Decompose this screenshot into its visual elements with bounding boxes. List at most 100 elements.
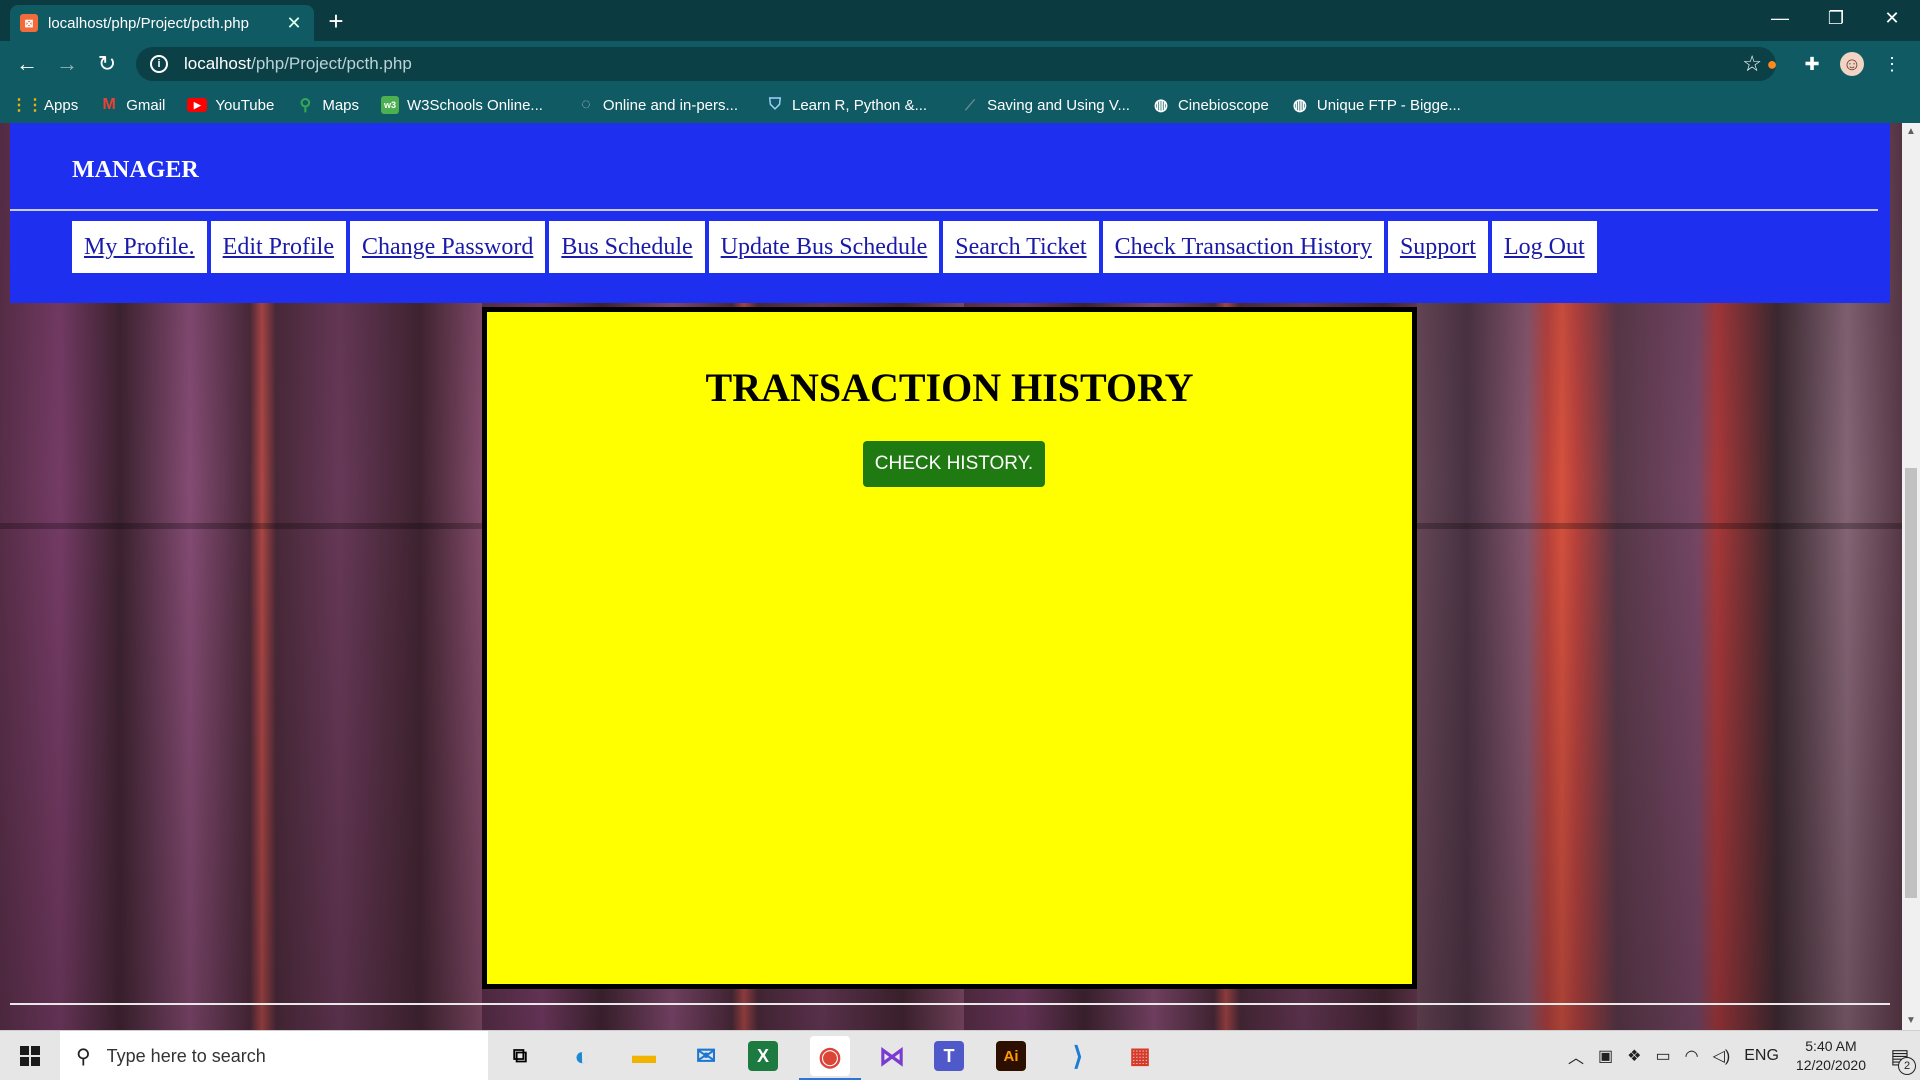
- nav-bus-schedule[interactable]: Bus Schedule: [549, 221, 705, 273]
- nav-search-ticket[interactable]: Search Ticket: [943, 221, 1099, 273]
- header-divider: [10, 209, 1878, 211]
- nav-my-profile[interactable]: My Profile.: [72, 221, 207, 273]
- extension-fox-icon[interactable]: ●: [1760, 52, 1784, 76]
- bookmark-label: YouTube: [215, 96, 275, 114]
- footer-divider: [10, 1003, 1890, 1005]
- bookmark-cinebioscope[interactable]: ◍ Cinebioscope: [1152, 96, 1269, 115]
- bookmark-gmail[interactable]: M Gmail: [100, 96, 166, 114]
- chrome-icon[interactable]: ◉: [799, 1036, 861, 1080]
- bookmark-uniqueftp[interactable]: ◍ Unique FTP - Bigge...: [1291, 96, 1461, 115]
- clock-date: 12/20/2020: [1795, 1057, 1866, 1073]
- tab-close-icon[interactable]: ✕: [284, 13, 304, 34]
- nav-change-password[interactable]: Change Password: [350, 221, 546, 273]
- link-icon: ⟋: [965, 96, 975, 113]
- new-tab-button[interactable]: +: [322, 8, 350, 36]
- youtube-icon: ▶: [187, 98, 208, 112]
- illustrator-icon[interactable]: Ai: [996, 1041, 1026, 1071]
- bookmark-youtube[interactable]: ▶ YouTube: [187, 97, 274, 114]
- panel-title: TRANSACTION HISTORY: [705, 365, 1194, 410]
- page-scrollbar[interactable]: ▲ ▼: [1902, 123, 1920, 1030]
- maps-icon: ⚲: [299, 97, 312, 114]
- xampp-favicon-icon: ⊠: [20, 14, 38, 32]
- taskbar-search-box[interactable]: ⚲ Type here to search: [60, 1031, 488, 1080]
- windows-taskbar: ⚲ Type here to search ⧉ ◐ ▬ ✉ X ◉ ⋈ T Ai…: [0, 1030, 1920, 1080]
- page-header: MANAGER My Profile. Edit Profile Change …: [10, 123, 1890, 303]
- reload-icon[interactable]: ↻: [92, 49, 122, 79]
- nav-edit-profile[interactable]: Edit Profile: [210, 221, 346, 273]
- page-viewport: MANAGER My Profile. Edit Profile Change …: [0, 123, 1902, 1030]
- file-explorer-icon[interactable]: ▬: [624, 1036, 664, 1076]
- bookmark-label: W3Schools Online...: [407, 96, 543, 114]
- link-icon: ◌: [581, 96, 591, 113]
- language-indicator[interactable]: ENG: [1744, 1047, 1779, 1065]
- system-tray: ︿ ▣ ❖ ▭ ◠ ◁) ENG 5:40 AM 12/20/2020 ▤ 2: [1561, 1031, 1920, 1080]
- nav-update-bus-schedule[interactable]: Update Bus Schedule: [708, 221, 940, 273]
- bookmark-label: Unique FTP - Bigge...: [1316, 96, 1461, 114]
- battery-icon[interactable]: ▭: [1656, 1046, 1671, 1066]
- winrar-icon[interactable]: ▦: [1120, 1036, 1160, 1076]
- url-path: /php/Project/pcth.php: [251, 54, 412, 73]
- start-button[interactable]: [0, 1031, 60, 1080]
- browser-menu-icon[interactable]: ⋮: [1880, 52, 1904, 76]
- teams-icon[interactable]: T: [934, 1041, 964, 1071]
- edge-icon[interactable]: ◐: [562, 1036, 602, 1076]
- wifi-icon[interactable]: ◠: [1685, 1046, 1699, 1066]
- notifications-icon[interactable]: ▤ 2: [1880, 1044, 1920, 1075]
- nav-check-transaction-history[interactable]: Check Transaction History: [1102, 221, 1384, 273]
- browser-tab-strip: ⊠ localhost/php/Project/pcth.php ✕ + — ❐…: [0, 0, 1920, 41]
- volume-icon[interactable]: ◁): [1713, 1046, 1731, 1066]
- url-host: localhost: [184, 54, 252, 73]
- bookmark-label: Saving and Using V...: [987, 96, 1130, 114]
- bookmark-label: Gmail: [126, 96, 166, 114]
- bookmark-w3schools[interactable]: w3 W3Schools Online...: [381, 96, 543, 114]
- taskbar-search-placeholder: Type here to search: [106, 1045, 266, 1066]
- scroll-down-arrow-icon[interactable]: ▼: [1902, 1012, 1920, 1030]
- task-view-icon[interactable]: ⧉: [500, 1036, 540, 1076]
- bookmark-saving[interactable]: ⟋ Saving and Using V...: [961, 96, 1130, 114]
- bookmark-label: Apps: [44, 96, 79, 114]
- search-icon: ⚲: [76, 1045, 91, 1068]
- mail-icon[interactable]: ✉: [686, 1036, 726, 1076]
- globe-icon: ◍: [1153, 97, 1168, 114]
- apps-grid-icon: ⋮⋮: [11, 97, 43, 114]
- restore-icon[interactable]: ❐: [1808, 0, 1864, 36]
- bookmark-maps[interactable]: ⚲ Maps: [296, 96, 360, 115]
- visual-studio-icon[interactable]: ⋈: [872, 1036, 912, 1076]
- bookmark-online[interactable]: ◌ Online and in-pers...: [577, 96, 738, 114]
- browser-toolbar: ← → ↻ i localhost/php/Project/pcth.php ☆…: [0, 41, 1920, 87]
- back-arrow-icon[interactable]: ←: [12, 49, 42, 79]
- role-heading: MANAGER: [72, 157, 199, 183]
- nav-log-out[interactable]: Log Out: [1491, 221, 1597, 273]
- nav-support[interactable]: Support: [1387, 221, 1488, 273]
- window-close-icon[interactable]: ✕: [1864, 0, 1920, 36]
- show-hidden-icons-icon[interactable]: ︿: [1568, 1044, 1584, 1068]
- bookmark-label: Learn R, Python &...: [792, 96, 928, 114]
- windows-logo-icon: [20, 1046, 40, 1066]
- meet-now-icon[interactable]: ▣: [1598, 1046, 1613, 1066]
- scroll-up-arrow-icon[interactable]: ▲: [1902, 123, 1920, 141]
- shield-icon: ⛉: [768, 96, 781, 113]
- notification-count-badge: 2: [1898, 1056, 1916, 1075]
- w3schools-icon: w3: [381, 96, 400, 114]
- transaction-history-panel: TRANSACTION HISTORY CHECK HISTORY.: [482, 307, 1417, 989]
- main-nav: My Profile. Edit Profile Change Password…: [72, 221, 1601, 273]
- bookmark-label: Maps: [322, 96, 360, 114]
- bookmark-label: Cinebioscope: [1177, 96, 1269, 114]
- extensions-puzzle-icon[interactable]: ✚: [1800, 52, 1824, 76]
- minimize-icon[interactable]: —: [1752, 0, 1808, 36]
- address-bar[interactable]: i localhost/php/Project/pcth.php ☆: [136, 47, 1776, 81]
- scrollbar-thumb[interactable]: [1905, 468, 1917, 898]
- excel-icon[interactable]: X: [748, 1041, 778, 1071]
- gmail-icon: M: [102, 96, 116, 113]
- bookmark-learn[interactable]: ⛉ Learn R, Python &...: [766, 96, 927, 114]
- forward-arrow-icon[interactable]: →: [52, 49, 82, 79]
- site-info-icon[interactable]: i: [150, 55, 168, 73]
- taskbar-clock[interactable]: 5:40 AM 12/20/2020: [1796, 1037, 1866, 1075]
- clock-time: 5:40 AM: [1805, 1038, 1857, 1054]
- dropbox-icon[interactable]: ❖: [1627, 1046, 1641, 1066]
- vscode-icon[interactable]: ⟩: [1058, 1036, 1098, 1076]
- check-history-button[interactable]: CHECK HISTORY.: [863, 441, 1045, 487]
- bookmark-apps[interactable]: ⋮⋮ Apps: [11, 96, 79, 115]
- profile-avatar-icon[interactable]: ☺: [1840, 52, 1864, 76]
- browser-tab[interactable]: ⊠ localhost/php/Project/pcth.php ✕: [10, 5, 314, 41]
